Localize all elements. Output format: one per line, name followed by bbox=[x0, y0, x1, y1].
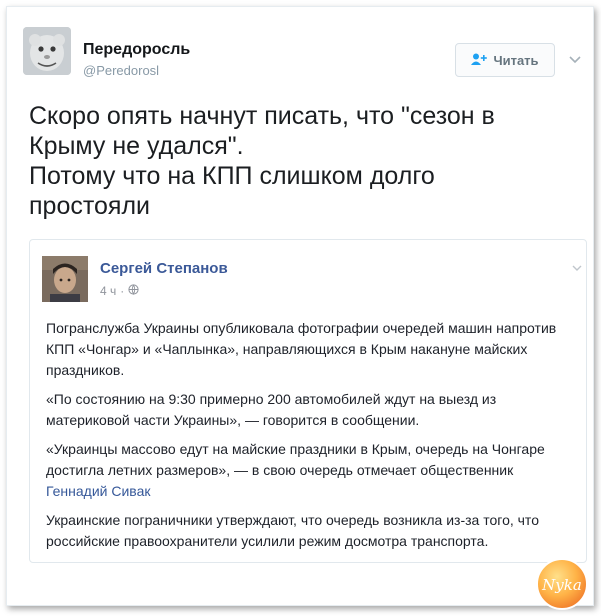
svg-text:Nyka: Nyka bbox=[541, 576, 582, 594]
embed-author-name[interactable]: Сергей Степанов bbox=[100, 260, 228, 277]
separator-dot: · bbox=[120, 284, 125, 298]
author-handle[interactable]: @Peredorosl bbox=[83, 63, 159, 78]
post-paragraph: «Украинцы массово едут на майские праздн… bbox=[46, 439, 576, 502]
chevron-down-icon[interactable] bbox=[569, 51, 581, 69]
embed-post-meta: 4 ч · bbox=[100, 284, 139, 298]
tweet-text-line: Крыму не удался". bbox=[29, 132, 244, 160]
follow-button[interactable]: Читать bbox=[455, 43, 555, 77]
embed-time[interactable]: 4 ч bbox=[100, 284, 116, 298]
tweet-text: Скоро опять начнут писать, что "сезон в … bbox=[29, 101, 579, 221]
post-paragraph: Украинские пограничники утверждают, что … bbox=[46, 512, 539, 549]
author-name[interactable]: Передоросль bbox=[83, 41, 190, 59]
post-paragraph: Погранслужба Украины опубликовала фотогр… bbox=[46, 320, 557, 378]
post-paragraph-text: «Украинцы массово едут на майские праздн… bbox=[46, 441, 545, 478]
embed-author-avatar[interactable] bbox=[42, 256, 88, 302]
tweet-text-line: Потому что на КПП слишком долго bbox=[29, 162, 435, 190]
tweet-text-line: простояли bbox=[29, 192, 151, 220]
watermark-logo: Nyka bbox=[535, 557, 589, 611]
post-paragraph: «По состоянию на 9:30 примерно 200 автом… bbox=[46, 391, 497, 428]
embed-post-body: Погранслужба Украины опубликовала фотогр… bbox=[46, 318, 576, 560]
tweet-card: Передоросль @Peredorosl Читать Скоро опя… bbox=[6, 6, 594, 610]
embed-chevron-down-icon[interactable] bbox=[572, 258, 582, 276]
globe-icon bbox=[128, 284, 139, 298]
mention-link[interactable]: Геннадий Сивак bbox=[46, 483, 151, 499]
add-user-icon bbox=[471, 53, 488, 68]
follow-label: Читать bbox=[493, 52, 539, 68]
embedded-post[interactable]: Сергей Степанов 4 ч · Погранслужба Украи… bbox=[29, 239, 587, 563]
author-avatar[interactable] bbox=[23, 27, 71, 75]
tweet-text-line: Скоро опять начнут писать, что "сезон в bbox=[29, 102, 495, 130]
